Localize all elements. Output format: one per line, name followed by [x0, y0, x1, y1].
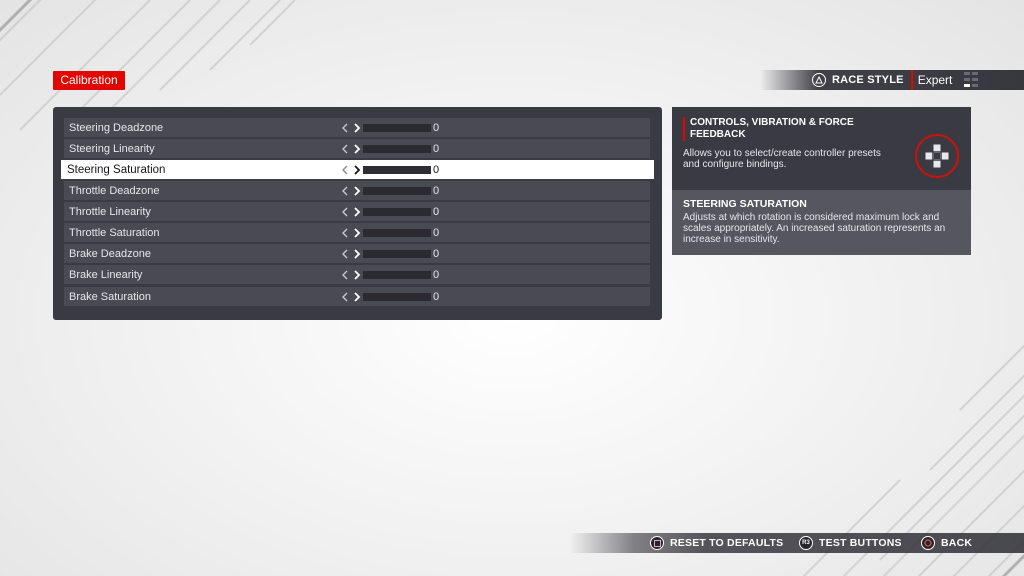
setting-row[interactable]: Brake Saturation 0	[64, 287, 650, 306]
info-section-desc: Allows you to select/create controller p…	[683, 148, 881, 170]
chevron-left-icon[interactable]	[341, 186, 349, 196]
setting-row[interactable]: Brake Deadzone 0	[64, 244, 650, 263]
chevron-right-icon[interactable]	[353, 269, 361, 280]
info-section: CONTROLS, VIBRATION & FORCE FEEDBACK All…	[672, 107, 971, 190]
chevron-left-icon[interactable]	[341, 228, 349, 238]
info-item: STEERING SATURATION Adjusts at which rot…	[672, 190, 971, 255]
setting-label: Brake Saturation	[69, 290, 151, 303]
chevron-right-icon[interactable]	[353, 206, 361, 217]
setting-row[interactable]: Throttle Saturation 0	[64, 223, 650, 242]
setting-value: 0	[433, 247, 440, 260]
setting-row[interactable]: Steering Deadzone 0	[64, 118, 650, 137]
setting-label: Steering Deadzone	[69, 121, 164, 134]
reset-to-defaults-prompt[interactable]: RESET TO DEFAULTS	[650, 536, 783, 550]
setting-value: 0	[433, 290, 440, 303]
back-label: BACK	[941, 537, 973, 549]
chevron-right-icon[interactable]	[353, 248, 361, 259]
race-style-label: RACE STYLE	[832, 74, 904, 86]
setting-row[interactable]: Throttle Linearity 0	[64, 202, 650, 221]
dpad-icon	[915, 134, 959, 178]
chevron-left-icon[interactable]	[341, 165, 349, 175]
chevron-right-icon[interactable]	[353, 143, 361, 154]
setting-slider[interactable]	[363, 165, 431, 174]
setting-arrows[interactable]	[341, 185, 361, 197]
chevron-right-icon[interactable]	[353, 227, 361, 238]
triangle-button-icon	[812, 73, 826, 87]
chevron-left-icon[interactable]	[341, 207, 349, 217]
chevron-right-icon[interactable]	[353, 164, 361, 175]
setting-slider[interactable]	[363, 249, 431, 258]
setting-slider[interactable]	[363, 123, 431, 132]
setting-slider[interactable]	[363, 228, 431, 237]
setting-label: Throttle Linearity	[69, 205, 151, 218]
chevron-left-icon[interactable]	[341, 270, 349, 280]
race-style-divider	[910, 70, 913, 90]
setting-label: Brake Linearity	[69, 268, 143, 281]
race-style-grid-icon	[964, 72, 979, 88]
setting-row-selected[interactable]: Steering Saturation 0	[61, 160, 654, 179]
setting-label: Throttle Deadzone	[69, 184, 160, 197]
setting-slider[interactable]	[363, 186, 431, 195]
setting-arrows[interactable]	[341, 143, 361, 155]
race-style-bar: RACE STYLE Expert	[760, 70, 1024, 90]
page-tag: Calibration	[53, 71, 125, 90]
reset-to-defaults-label: RESET TO DEFAULTS	[670, 537, 784, 549]
setting-arrows[interactable]	[341, 248, 361, 260]
setting-slider[interactable]	[363, 292, 431, 301]
r3-badge: R3	[802, 540, 810, 546]
setting-arrows[interactable]	[341, 291, 361, 303]
setting-value: 0	[433, 268, 440, 281]
setting-row[interactable]: Throttle Deadzone 0	[64, 181, 650, 200]
setting-arrows[interactable]	[341, 164, 361, 176]
info-item-desc: Adjusts at which rotation is considered …	[683, 212, 946, 245]
setting-slider[interactable]	[363, 270, 431, 279]
setting-arrows[interactable]	[341, 269, 361, 281]
setting-arrows[interactable]	[341, 122, 361, 134]
setting-value: 0	[433, 205, 440, 218]
chevron-right-icon[interactable]	[353, 122, 361, 133]
setting-label: Steering Linearity	[69, 142, 155, 155]
info-section-title: CONTROLS, VIBRATION & FORCE FEEDBACK	[690, 117, 854, 140]
square-button-icon[interactable]	[650, 536, 664, 550]
setting-arrows[interactable]	[341, 227, 361, 239]
setting-slider[interactable]	[363, 144, 431, 153]
setting-value: 0	[433, 163, 440, 176]
chevron-left-icon[interactable]	[341, 123, 349, 133]
setting-value: 0	[433, 184, 440, 197]
button-prompt-bar: RESET TO DEFAULTS R3 TEST BUTTONS BACK	[570, 533, 1024, 553]
back-prompt[interactable]: BACK	[921, 536, 972, 550]
circle-button-icon[interactable]	[921, 536, 935, 550]
settings-panel: Steering Deadzone 0 Steering Linearity 0…	[53, 107, 662, 320]
test-buttons-label: TEST BUTTONS	[819, 537, 902, 549]
test-buttons-prompt[interactable]: R3 TEST BUTTONS	[799, 536, 902, 550]
r3-button-icon[interactable]: R3	[799, 536, 813, 550]
race-style-value[interactable]: Expert	[918, 73, 953, 87]
setting-label: Steering Saturation	[67, 163, 166, 176]
chevron-left-icon[interactable]	[341, 144, 349, 154]
setting-value: 0	[433, 121, 440, 134]
info-accent	[683, 117, 685, 141]
setting-label: Throttle Saturation	[69, 226, 160, 239]
setting-arrows[interactable]	[341, 206, 361, 218]
setting-row[interactable]: Steering Linearity 0	[64, 139, 650, 158]
chevron-right-icon[interactable]	[353, 185, 361, 196]
setting-value: 0	[433, 142, 440, 155]
info-panel: CONTROLS, VIBRATION & FORCE FEEDBACK All…	[672, 107, 971, 255]
setting-row[interactable]: Brake Linearity 0	[64, 265, 650, 284]
setting-label: Brake Deadzone	[69, 247, 151, 260]
chevron-right-icon[interactable]	[353, 291, 361, 302]
chevron-left-icon[interactable]	[341, 292, 349, 302]
setting-slider[interactable]	[363, 207, 431, 216]
info-item-title: STEERING SATURATION	[683, 198, 807, 210]
setting-value: 0	[433, 226, 440, 239]
chevron-left-icon[interactable]	[341, 249, 349, 259]
